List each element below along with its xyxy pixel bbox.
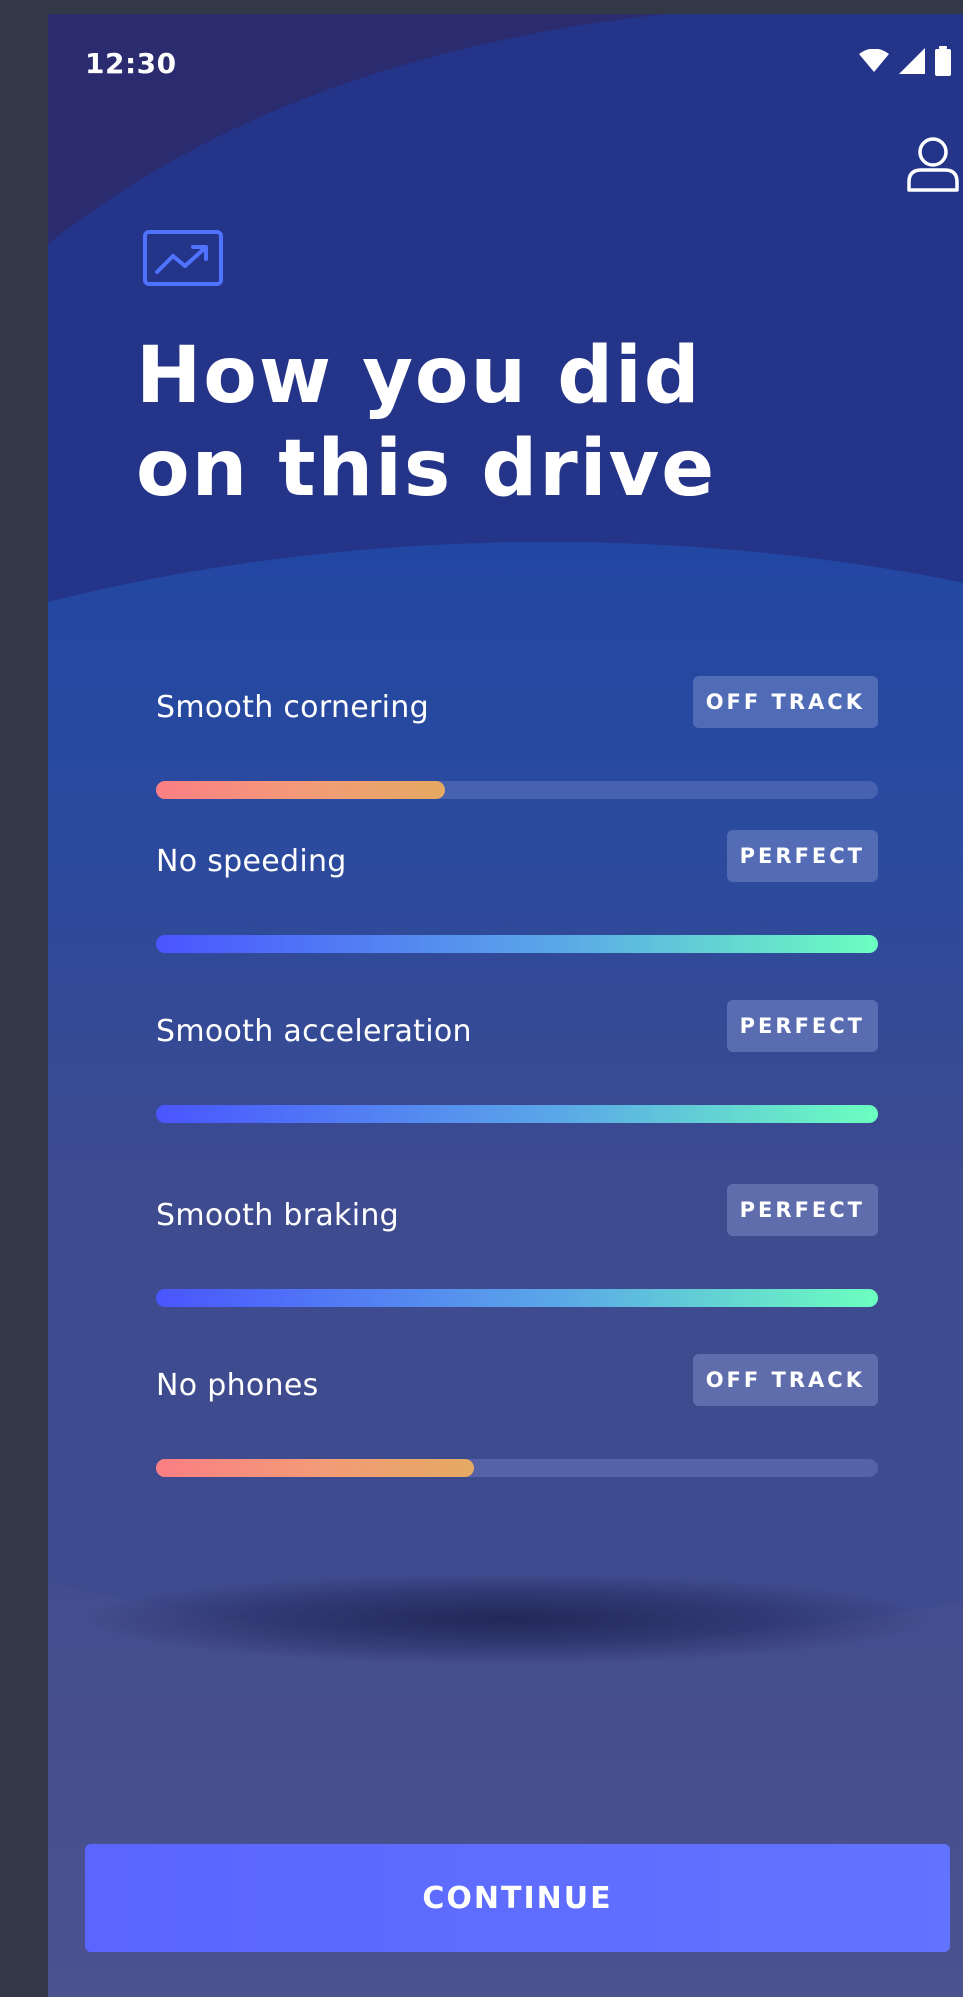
- page-title: How you did on this drive: [136, 331, 717, 514]
- profile-icon: [907, 137, 959, 192]
- wifi-icon: [859, 49, 889, 72]
- progress-fill: [156, 1459, 474, 1477]
- progress-track: [156, 1289, 878, 1307]
- status-bar: 12:30: [48, 14, 963, 86]
- progress-fill: [156, 781, 445, 799]
- cellular-signal-icon: [899, 48, 925, 74]
- profile-button[interactable]: [903, 132, 963, 198]
- progress-fill: [156, 1289, 878, 1307]
- status-time: 12:30: [85, 47, 177, 80]
- metric-label: No phones: [156, 1368, 319, 1403]
- metric-label: Smooth acceleration: [156, 1014, 472, 1049]
- progress-track: [156, 1459, 878, 1477]
- status-icons: [859, 46, 951, 76]
- progress-fill: [156, 1105, 878, 1123]
- battery-icon: [935, 46, 951, 76]
- trending-chart-icon: [143, 230, 223, 286]
- metric-label: No speeding: [156, 844, 347, 879]
- progress-track: [156, 1105, 878, 1123]
- status-badge: PERFECT: [726, 1184, 878, 1236]
- status-badge: PERFECT: [726, 830, 878, 882]
- progress-fill: [156, 935, 878, 953]
- progress-track: [156, 935, 878, 953]
- continue-button[interactable]: CONTINUE: [85, 1844, 950, 1952]
- status-badge: OFF TRACK: [692, 1354, 878, 1406]
- card-shadow: [88, 1574, 923, 1664]
- app-screen: 12:30 How you did on this drive Smooth c…: [48, 14, 963, 1997]
- header-wave-shape: [48, 14, 963, 574]
- status-badge: OFF TRACK: [692, 676, 878, 728]
- metric-label: Smooth braking: [156, 1198, 400, 1233]
- status-badge: PERFECT: [726, 1000, 878, 1052]
- metric-label: Smooth cornering: [156, 690, 429, 725]
- progress-track: [156, 781, 878, 799]
